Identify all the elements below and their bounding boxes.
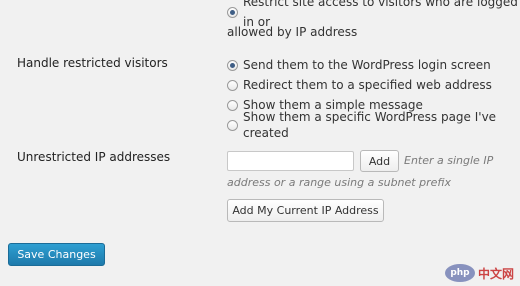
handle-option-message-radio[interactable] — [227, 99, 238, 111]
handle-option-page-label: Show them a specific WordPress page I've… — [243, 110, 497, 140]
ip-hint-line1: Enter a single IP — [404, 154, 494, 167]
handle-option-page[interactable]: Show them a specific WordPress page I've… — [227, 110, 520, 140]
handle-option-redirect-label: Redirect them to a specified web address — [243, 78, 492, 92]
restrict-logged-in-label-line2: allowed by IP address — [227, 25, 358, 39]
add-ip-button[interactable]: Add — [360, 150, 399, 172]
add-current-ip-button[interactable]: Add My Current IP Address — [227, 199, 384, 222]
unrestricted-ip-label: Unrestricted IP addresses — [17, 150, 171, 164]
handle-option-login-label: Send them to the WordPress login screen — [243, 58, 491, 72]
ip-address-input[interactable] — [227, 151, 354, 171]
php-logo-icon: php — [444, 264, 475, 282]
handle-option-login-screen[interactable]: Send them to the WordPress login screen — [227, 55, 491, 75]
save-changes-button[interactable]: Save Changes — [8, 243, 105, 266]
php-cn-watermark-logo: php 中文网 — [444, 264, 514, 282]
ip-hint-line2: address or a range using a subnet prefix — [227, 176, 451, 189]
watermark-text: 中文网 — [477, 266, 514, 281]
handle-option-redirect-radio[interactable] — [227, 79, 238, 91]
restrict-logged-in-radio[interactable] — [227, 6, 238, 18]
handle-option-login-radio[interactable] — [227, 59, 238, 71]
restrict-logged-in-option[interactable]: Restrict site access to visitors who are… — [227, 0, 520, 29]
handle-restricted-visitors-label: Handle restricted visitors — [17, 56, 168, 70]
handle-option-page-radio[interactable] — [227, 119, 238, 131]
handle-option-redirect[interactable]: Redirect them to a specified web address — [227, 75, 492, 95]
